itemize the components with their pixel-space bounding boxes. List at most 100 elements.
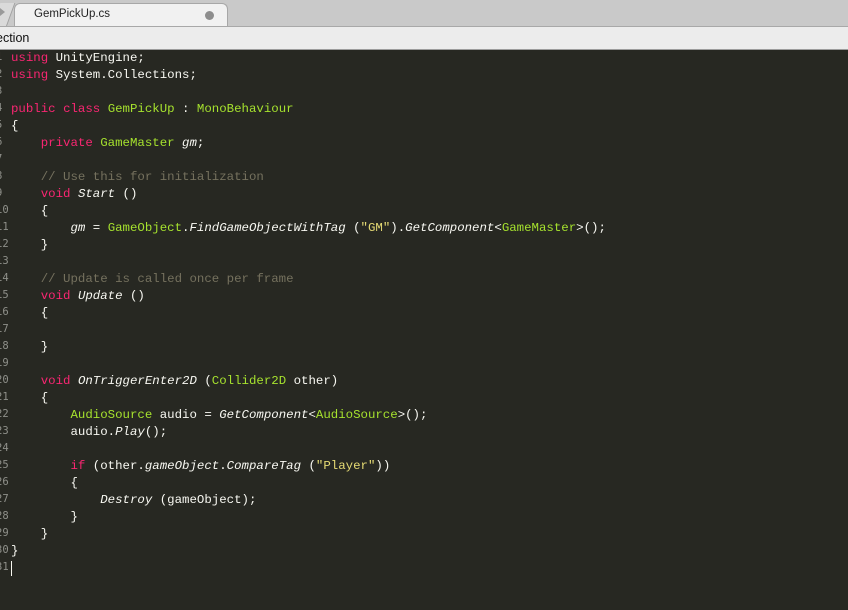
code-line[interactable]: 22 AudioSource audio = GetComponent<Audi… [0, 407, 848, 424]
code-token: audio. [11, 425, 116, 439]
code-line[interactable]: 24 [0, 441, 848, 458]
code-text: using System.Collections; [11, 67, 197, 84]
code-text: } [11, 237, 48, 254]
line-number: 26 [0, 476, 9, 488]
code-token: () [115, 187, 138, 201]
code-token: )) [375, 459, 391, 473]
code-line[interactable]: 28 } [0, 509, 848, 526]
code-line[interactable]: 7 [0, 152, 848, 169]
code-token: other [293, 374, 331, 388]
code-line[interactable]: 10 { [0, 203, 848, 220]
code-line[interactable]: 20 void OnTriggerEnter2D (Collider2D oth… [0, 373, 848, 390]
line-number: 31 [0, 561, 9, 573]
code-token: private [40, 136, 93, 150]
code-token: () [122, 289, 145, 303]
code-token: Update [77, 289, 123, 303]
line-number: 29 [0, 527, 9, 539]
line-number: 27 [0, 493, 9, 505]
code-token: void [40, 289, 71, 303]
code-line[interactable]: 31 [0, 560, 848, 577]
code-line[interactable]: 17 [0, 322, 848, 339]
code-line[interactable]: 6 private GameMaster gm; [0, 135, 848, 152]
line-number: 5 [0, 119, 2, 131]
code-text: } [11, 543, 18, 560]
line-number: 3 [0, 85, 2, 97]
code-token: public [11, 102, 56, 116]
code-token: // Update is called once per frame [11, 272, 294, 286]
code-line[interactable]: 23 audio.Play(); [0, 424, 848, 441]
code-token: "Player" [315, 459, 376, 473]
code-token: GetComponent [219, 408, 309, 422]
code-line[interactable]: 11 gm = GameObject.FindGameObjectWithTag… [0, 220, 848, 237]
find-bar: ection [0, 27, 848, 50]
code-line[interactable]: 5{ [0, 118, 848, 135]
code-line[interactable]: 14 // Update is called once per frame [0, 271, 848, 288]
code-token: (other. [85, 459, 145, 473]
code-token: GameMaster [501, 221, 577, 235]
code-line[interactable]: 29 } [0, 526, 848, 543]
line-number: 25 [0, 459, 9, 471]
code-token: System.Collections; [48, 68, 197, 82]
code-token: UnityEngine; [48, 51, 145, 65]
code-line[interactable]: 3 [0, 84, 848, 101]
code-text: AudioSource audio = GetComponent<AudioSo… [11, 407, 428, 424]
code-token: audio = [152, 408, 220, 422]
code-line[interactable]: 18 } [0, 339, 848, 356]
code-line[interactable]: 19 [0, 356, 848, 373]
code-token: void [40, 374, 71, 388]
tab-bar: GemPickUp.cs [0, 0, 848, 27]
code-token: { [11, 306, 49, 320]
code-line[interactable]: 1 using UnityEngine; [0, 50, 848, 67]
code-token: < [494, 221, 502, 235]
line-number: 17 [0, 323, 9, 335]
code-token: < [308, 408, 316, 422]
code-text: { [11, 118, 18, 135]
code-token: gm [182, 136, 197, 150]
code-text: void Start () [11, 186, 138, 203]
code-token: >(); [576, 221, 606, 235]
line-number: 12 [0, 238, 9, 250]
tab-gempickup[interactable]: GemPickUp.cs [14, 3, 228, 26]
code-token: using [11, 68, 49, 82]
code-token: >(); [397, 408, 428, 422]
code-line[interactable]: 9 void Start () [0, 186, 848, 203]
code-token: ) [330, 374, 339, 388]
code-line[interactable]: 27 Destroy (gameObject); [0, 492, 848, 509]
line-number: 16 [0, 306, 9, 318]
code-line[interactable]: 21 { [0, 390, 848, 407]
code-line[interactable]: 30} [0, 543, 848, 560]
code-line[interactable]: 13 [0, 254, 848, 271]
code-line[interactable]: 15 void Update () [0, 288, 848, 305]
code-line[interactable]: 16 { [0, 305, 848, 322]
code-text: { [11, 203, 48, 220]
code-line[interactable]: 26 { [0, 475, 848, 492]
code-token: : [174, 102, 197, 116]
code-token: Play [115, 425, 145, 439]
code-line[interactable]: 4 public class GemPickUp : MonoBehaviour [0, 101, 848, 118]
dot-icon[interactable] [205, 11, 214, 20]
line-number: 23 [0, 425, 9, 437]
code-line[interactable]: 12 } [0, 237, 848, 254]
code-line[interactable]: 2 using System.Collections; [0, 67, 848, 84]
line-number: 20 [0, 374, 9, 386]
code-line[interactable]: 8 // Use this for initialization [0, 169, 848, 186]
chevron-left-icon[interactable] [0, 8, 5, 16]
code-editor[interactable]: 1 using UnityEngine; 2 using System.Collect… [0, 50, 848, 610]
code-token: AudioSource [315, 408, 398, 422]
code-token: AudioSource [70, 408, 153, 422]
tab-title: GemPickUp.cs [34, 8, 111, 20]
line-number: 7 [0, 153, 2, 165]
code-line[interactable]: 25 if (other.gameObject.CompareTag ("Pla… [0, 458, 848, 475]
code-token: } [11, 238, 49, 252]
